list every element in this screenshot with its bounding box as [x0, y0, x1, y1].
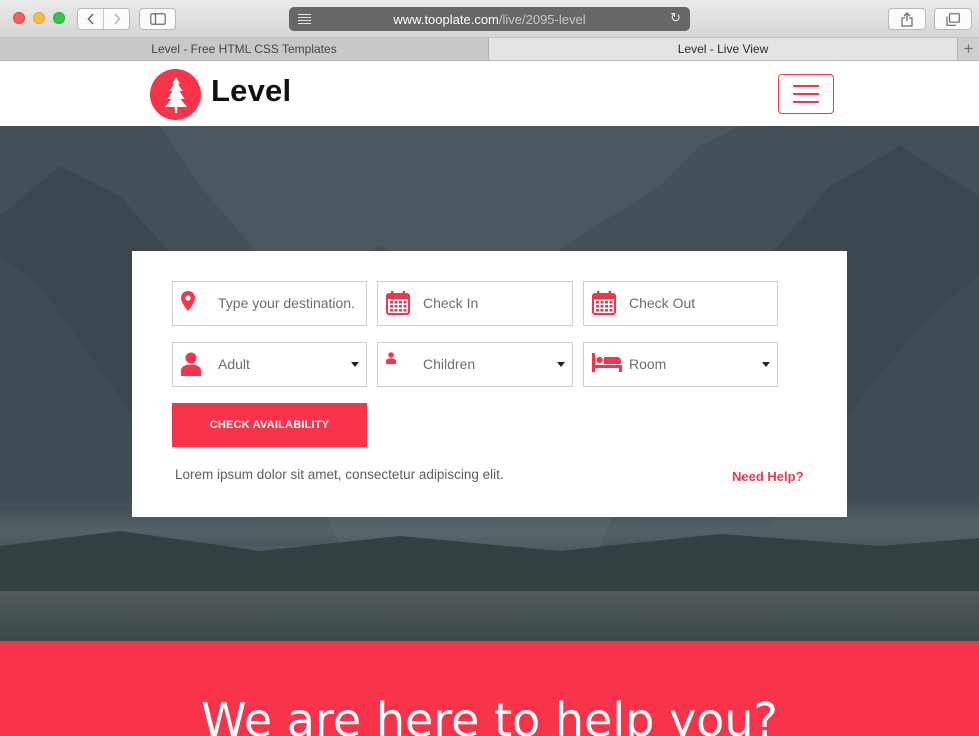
url-host: www.tooplate.com — [393, 11, 499, 27]
logo[interactable] — [150, 69, 201, 120]
chevron-left-icon — [87, 13, 94, 25]
help-section-title: We are here to help you? — [201, 693, 778, 736]
adult-select-value: Adult — [218, 356, 250, 372]
reload-icon[interactable]: ↻ — [670, 10, 681, 26]
tab-bar: Level - Free HTML CSS Templates Level - … — [0, 38, 979, 61]
plus-icon: + — [963, 39, 974, 58]
caret-down-icon — [557, 362, 565, 367]
destination-input[interactable]: Type your destination. — [172, 281, 367, 326]
tab-label: Level - Free HTML CSS Templates — [151, 42, 337, 56]
site-header: Level — [0, 61, 979, 126]
check-availability-button[interactable]: CHECK AVAILABILITY — [172, 403, 367, 447]
share-button[interactable] — [888, 8, 926, 30]
caret-down-icon — [762, 362, 770, 367]
tab-free-templates[interactable]: Level - Free HTML CSS Templates — [0, 38, 489, 60]
new-tab-button[interactable]: + — [957, 38, 979, 60]
tabs-overview-icon — [946, 12, 960, 26]
check-in-placeholder: Check In — [423, 295, 479, 311]
browser-titlebar: www.tooplate.com/live/2095-level ↻ — [0, 0, 979, 38]
map-pin-icon — [181, 291, 207, 317]
children-select[interactable]: Children — [377, 342, 573, 387]
tab-label: Level - Live View — [677, 42, 769, 56]
bed-icon — [592, 352, 622, 378]
room-select-value: Room — [629, 356, 667, 372]
sidebar-icon — [149, 13, 166, 25]
close-window-button[interactable] — [13, 12, 25, 24]
adult-select[interactable]: Adult — [172, 342, 367, 387]
caret-down-icon — [351, 362, 359, 367]
check-in-input[interactable]: Check In — [377, 281, 573, 326]
history-nav — [77, 8, 130, 30]
hero-section: Type your destination. Check In Check Ou… — [0, 126, 979, 641]
sidebar-toggle-button[interactable] — [139, 8, 176, 30]
booking-form: Type your destination. Check In Check Ou… — [132, 251, 847, 517]
need-help-link[interactable]: Need Help? — [732, 469, 804, 484]
calendar-icon — [592, 291, 618, 317]
back-button[interactable] — [78, 9, 103, 29]
user-icon — [181, 352, 207, 378]
room-select[interactable]: Room — [583, 342, 778, 387]
hamburger-icon — [793, 85, 819, 87]
logo-text[interactable]: Level — [211, 73, 291, 109]
minimize-window-button[interactable] — [33, 12, 45, 24]
help-section: We are here to help you? — [0, 641, 979, 736]
check-out-input[interactable]: Check Out — [583, 281, 778, 326]
children-select-value: Children — [423, 356, 476, 372]
menu-toggle-button[interactable] — [778, 74, 834, 114]
pine-tree-icon — [164, 76, 187, 113]
reader-icon[interactable] — [298, 14, 311, 24]
booking-note: Lorem ipsum dolor sit amet, consectetur … — [175, 467, 504, 482]
address-bar[interactable]: www.tooplate.com/live/2095-level ↻ — [289, 7, 690, 31]
zoom-window-button[interactable] — [53, 12, 65, 24]
share-icon — [901, 11, 913, 27]
url-path: /live/2095-level — [498, 11, 586, 27]
calendar-icon — [386, 291, 412, 317]
chevron-right-icon — [114, 13, 121, 25]
destination-placeholder: Type your destination. — [218, 295, 355, 311]
show-tabs-button[interactable] — [934, 8, 972, 30]
check-out-placeholder: Check Out — [629, 295, 696, 311]
forward-button[interactable] — [103, 9, 129, 29]
tab-live-view[interactable]: Level - Live View — [489, 38, 957, 60]
child-icon — [386, 352, 412, 378]
